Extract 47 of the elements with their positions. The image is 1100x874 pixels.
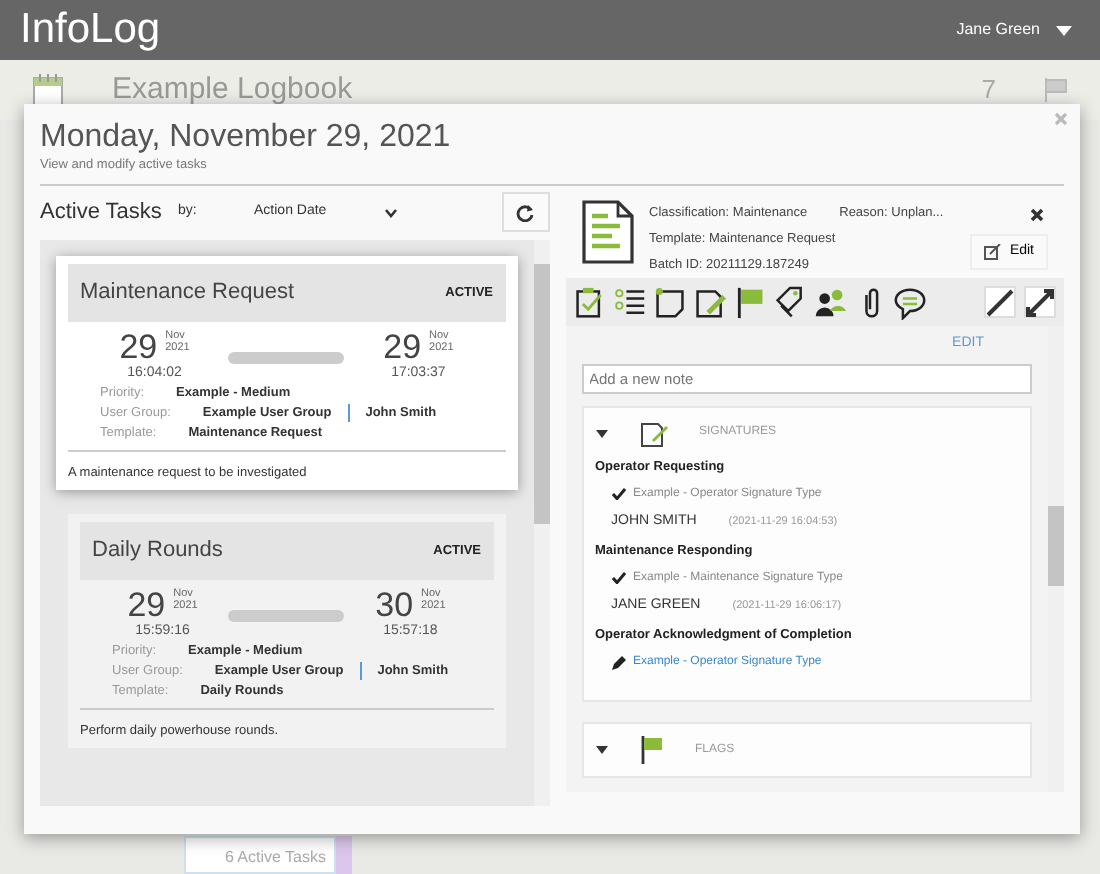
caret-down-icon[interactable] bbox=[595, 427, 607, 440]
color-strip bbox=[336, 836, 352, 874]
document-icon bbox=[581, 200, 633, 265]
scrollbar[interactable] bbox=[533, 240, 549, 807]
flag-icon[interactable] bbox=[733, 285, 765, 320]
close-icon bbox=[1030, 207, 1044, 222]
date-day: 29 bbox=[119, 329, 158, 364]
separator bbox=[347, 404, 350, 423]
close-icon bbox=[1054, 112, 1068, 127]
tags-icon[interactable] bbox=[773, 285, 805, 320]
note-icon[interactable] bbox=[653, 285, 685, 320]
edit-icon bbox=[983, 244, 1002, 261]
scrollbar-thumb[interactable] bbox=[533, 264, 549, 525]
users-icon[interactable] bbox=[813, 285, 845, 320]
list-icon[interactable] bbox=[613, 285, 645, 320]
expand-button[interactable] bbox=[1024, 286, 1056, 319]
date-day: 29 bbox=[127, 587, 166, 622]
flag-count: 7 bbox=[981, 72, 996, 109]
task-card[interactable] bbox=[56, 256, 517, 491]
clipboard-icon[interactable] bbox=[573, 285, 605, 320]
user-menu[interactable]: Jane Green bbox=[948, 14, 1080, 46]
progress-track bbox=[228, 609, 345, 622]
list-title: Active Tasks bbox=[40, 198, 162, 229]
collapse-button[interactable] bbox=[984, 286, 1016, 319]
refresh-button[interactable] bbox=[501, 192, 549, 233]
progress-track bbox=[228, 351, 345, 364]
date-day: 30 bbox=[375, 587, 414, 622]
caret-icon bbox=[1056, 25, 1072, 35]
collapse-icon bbox=[984, 285, 1016, 320]
expand-icon bbox=[1024, 285, 1056, 320]
scrollbar-thumb[interactable] bbox=[1048, 506, 1064, 587]
task-name: Maintenance Request bbox=[80, 278, 295, 309]
active-tasks-count: 6 Active Tasks bbox=[184, 836, 336, 874]
signature-icon[interactable] bbox=[693, 285, 725, 320]
flag-icon bbox=[639, 736, 663, 765]
caret-down-icon[interactable] bbox=[595, 744, 607, 757]
signature-icon bbox=[639, 419, 667, 448]
task-name: Daily Rounds bbox=[92, 536, 223, 567]
dialog-title: Monday, November 29, 2021 bbox=[40, 120, 453, 156]
chevron-down-icon bbox=[383, 207, 398, 218]
separator bbox=[359, 662, 362, 681]
flag-icon bbox=[1044, 78, 1068, 102]
logbook-title: Example Logbook bbox=[112, 69, 355, 110]
refresh-icon bbox=[516, 203, 534, 222]
speech-bubble-icon[interactable] bbox=[893, 285, 925, 320]
app-title: InfoLog bbox=[20, 4, 161, 57]
date-day: 29 bbox=[383, 329, 422, 364]
